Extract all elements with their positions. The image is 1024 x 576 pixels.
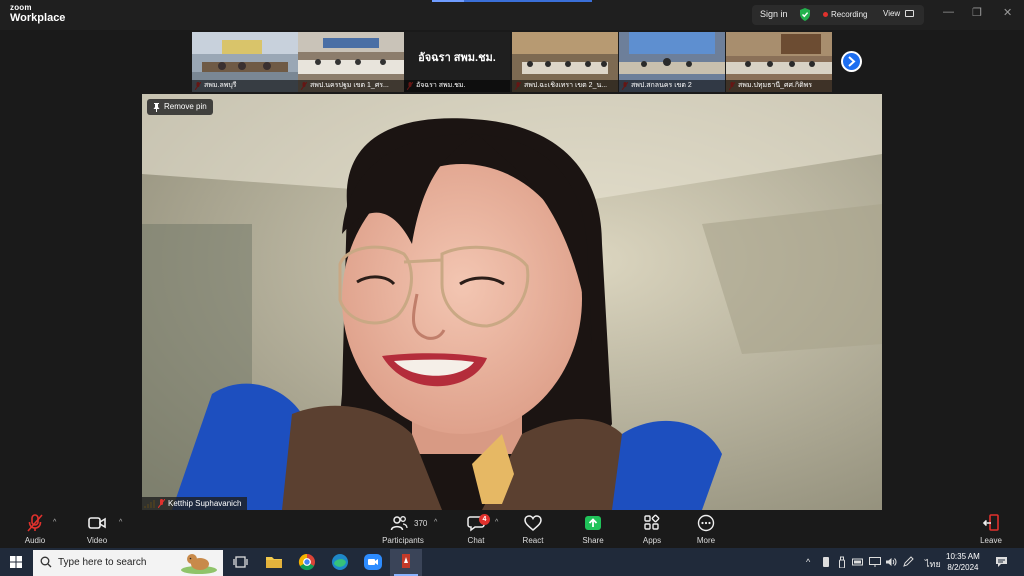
brand-top: zoom	[10, 3, 32, 12]
more-label: More	[696, 536, 716, 545]
view-button[interactable]: View	[883, 9, 900, 18]
leave-button[interactable]: Leave	[966, 514, 1016, 545]
presentation-app-icon[interactable]	[394, 551, 418, 573]
sign-in-button[interactable]: Sign in	[760, 9, 788, 19]
notifications-icon[interactable]	[995, 556, 1008, 568]
video-label: Video	[86, 536, 108, 545]
brand-bottom: Workplace	[10, 12, 66, 24]
apps-icon	[644, 514, 660, 530]
tray-app-icon[interactable]	[822, 556, 830, 568]
clock-date: 8/2/2024	[947, 563, 979, 572]
apps-label: Apps	[642, 536, 662, 545]
video-options-caret[interactable]: ^	[119, 519, 122, 526]
leave-door-icon	[982, 514, 999, 531]
share-label: Share	[582, 536, 604, 545]
thumbnail-caption: สพป.สกลนคร เขต 2	[619, 80, 725, 92]
battery-icon[interactable]	[852, 557, 864, 567]
restore-icon[interactable]: ❐	[972, 6, 982, 19]
share-screen-icon	[585, 516, 601, 530]
share-screen-button[interactable]: Share	[568, 514, 618, 545]
react-label: React	[522, 536, 544, 545]
thumbnail-tile[interactable]: สพม.ลพบุรี	[192, 32, 298, 92]
chrome-icon[interactable]	[295, 551, 319, 573]
participant-count: 370	[414, 519, 428, 528]
heart-icon	[524, 515, 542, 531]
muted-mic-icon	[158, 499, 165, 508]
chevron-right-icon	[848, 56, 856, 67]
usb-drive-icon[interactable]	[838, 556, 846, 568]
thumbnail-caption: อัจฉรา สพม.ชม.	[404, 80, 510, 92]
thumbnail-caption: สพป.นครปฐม เขต 1_ศร...	[298, 80, 404, 92]
thumbnail-caption: สพป.ฉะเชิงเทรา เขต 2_น...	[512, 80, 618, 92]
recording-indicator[interactable]: Recording	[831, 10, 867, 19]
task-view-icon[interactable]	[229, 551, 253, 573]
zoom-app-icon[interactable]	[361, 551, 385, 573]
app-logo: zoom Workplace	[10, 4, 65, 24]
video-feed	[142, 94, 882, 510]
chat-button[interactable]: Chat	[451, 514, 501, 545]
audio-options-caret[interactable]: ^	[53, 519, 56, 526]
file-explorer-icon[interactable]	[262, 551, 286, 573]
remove-pin-label: Remove pin	[164, 102, 207, 111]
thumbnail-tile[interactable]: สพป.นครปฐม เขต 1_ศร...	[298, 32, 404, 92]
shield-check-icon[interactable]	[799, 8, 811, 21]
pin-icon	[153, 102, 160, 112]
chat-label: Chat	[467, 536, 485, 545]
windows-start-icon[interactable]	[10, 556, 22, 568]
react-button[interactable]: React	[508, 514, 558, 545]
minimize-icon[interactable]: —	[943, 6, 954, 18]
volume-icon[interactable]	[885, 557, 897, 567]
video-button[interactable]: Video	[72, 514, 122, 545]
audio-label: Audio	[24, 536, 46, 545]
recording-dot-icon	[823, 12, 828, 17]
edge-icon[interactable]	[328, 551, 352, 573]
grid-view-icon[interactable]	[905, 10, 914, 17]
search-highlight-illustration-icon	[178, 550, 220, 575]
more-dots-icon	[697, 514, 715, 532]
system-clock[interactable]: 10:35 AM 8/2/2024	[946, 551, 980, 573]
tray-overflow-icon[interactable]: ^	[806, 557, 810, 567]
clock-time: 10:35 AM	[946, 552, 980, 561]
network-icon[interactable]	[869, 557, 881, 567]
thumbnail-tile[interactable]: สพป.สกลนคร เขต 2	[619, 32, 725, 92]
participants-icon	[390, 516, 408, 531]
thumbnail-tile[interactable]: สพป.ฉะเชิงเทรา เขต 2_น...	[512, 32, 618, 92]
more-button[interactable]: More	[681, 514, 731, 545]
thumbnail-caption: สพม.ลพบุรี	[192, 80, 298, 92]
remove-pin-button[interactable]: Remove pin	[147, 99, 213, 115]
search-placeholder[interactable]: Type here to search	[58, 557, 146, 568]
chat-options-caret[interactable]: ^	[495, 519, 498, 526]
active-speaker-video	[142, 94, 882, 510]
chat-unread-badge: 4	[479, 514, 490, 525]
apps-button[interactable]: Apps	[627, 514, 677, 545]
input-language[interactable]: ไทย	[925, 557, 941, 571]
participants-label: Participants	[382, 536, 424, 545]
search-icon	[40, 556, 52, 568]
muted-mic-icon	[27, 514, 43, 532]
participant-name-display: อัจฉรา สพม.ชม.	[418, 52, 496, 64]
thumbnail-tile-video-off[interactable]: อัจฉรา สพม.ชม. อัจฉรา สพม.ชม.	[404, 32, 510, 92]
thumbnail-caption: สพม.ปทุมธานี_ศศ.กิติพร	[726, 80, 832, 92]
participants-options-caret[interactable]: ^	[434, 519, 437, 526]
pen-icon[interactable]	[902, 556, 914, 568]
leave-label: Leave	[980, 536, 1002, 545]
next-page-button[interactable]	[841, 51, 862, 72]
close-icon[interactable]: ✕	[1003, 6, 1012, 19]
gallery-strip: สพม.ลพบุรี สพป.นครปฐม เขต 1_ศร... อัจฉรา…	[192, 32, 832, 92]
video-camera-icon	[88, 517, 106, 529]
thumbnail-tile[interactable]: สพม.ปทุมธานี_ศศ.กิติพร	[726, 32, 832, 92]
loading-bar	[432, 0, 592, 2]
